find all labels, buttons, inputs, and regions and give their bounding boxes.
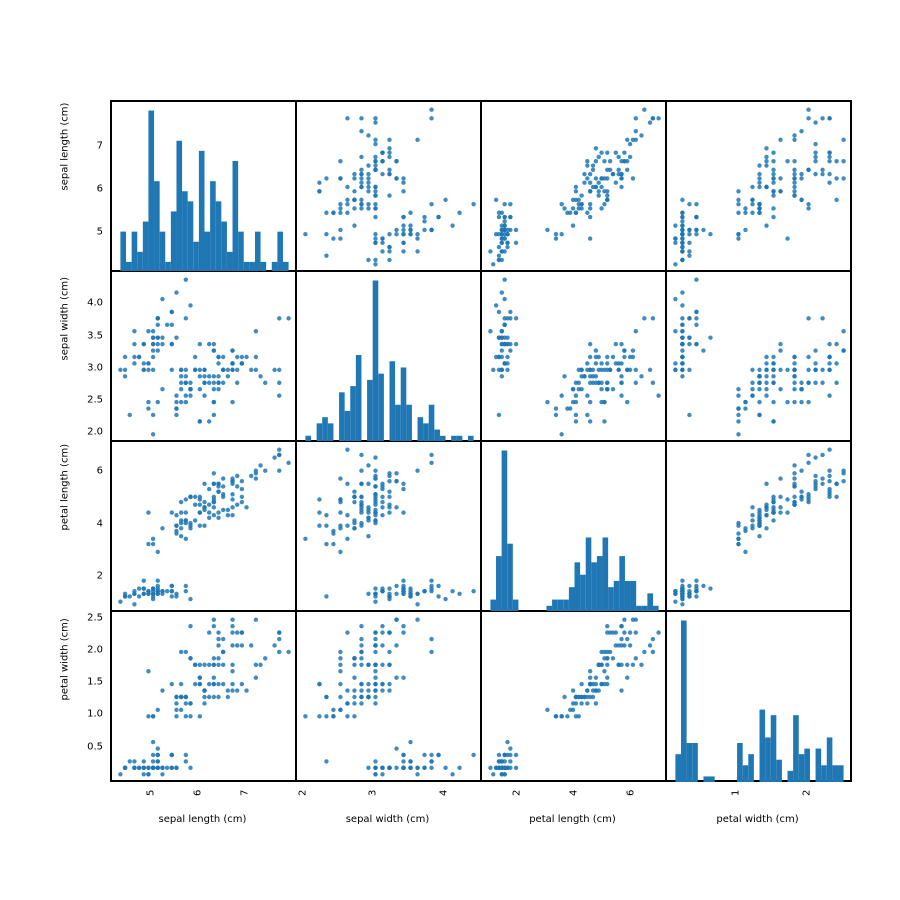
xtick: 3 <box>368 790 379 796</box>
xtick: 1 <box>731 790 742 796</box>
xtick: 4 <box>438 790 449 796</box>
scatter-cell-0-2 <box>481 101 666 271</box>
xlabel-2: petal length (cm) <box>480 814 665 825</box>
scatter-cell-2-3 <box>666 441 851 611</box>
scatter-cell-1-2 <box>481 271 666 441</box>
scatter-cell-2-1 <box>296 441 481 611</box>
scatter-cell-1-0 <box>111 271 296 441</box>
ytick: 2 <box>78 571 103 582</box>
xtick: 5 <box>146 790 157 796</box>
xlabel-0: sepal length (cm) <box>110 814 295 825</box>
ytick: 6 <box>78 184 103 195</box>
scatter-matrix <box>110 100 852 782</box>
ytick: 0.5 <box>78 741 103 752</box>
hist-cell-3 <box>666 611 851 781</box>
ytick: 2.0 <box>78 427 103 438</box>
scatter-cell-0-1 <box>296 101 481 271</box>
scatter-cell-2-0 <box>111 441 296 611</box>
ytick: 2.5 <box>78 395 103 406</box>
scatter-cell-1-3 <box>666 271 851 441</box>
ytick: 6 <box>78 466 103 477</box>
scatter-cell-3-1 <box>296 611 481 781</box>
hist-cell-0 <box>111 101 296 271</box>
xtick: 6 <box>625 790 636 796</box>
ytick: 1.5 <box>78 677 103 688</box>
scatter-cell-0-3 <box>666 101 851 271</box>
xtick: 2 <box>511 790 522 796</box>
xtick: 4 <box>568 790 579 796</box>
ytick: 2.5 <box>78 612 103 623</box>
ytick: 4.0 <box>78 298 103 309</box>
ytick: 3.5 <box>78 330 103 341</box>
ytick: 2.0 <box>78 644 103 655</box>
scatter-cell-3-2 <box>481 611 666 781</box>
xtick: 7 <box>239 790 250 796</box>
hist-cell-1 <box>296 271 481 441</box>
ytick: 4 <box>78 518 103 529</box>
xlabel-3: petal width (cm) <box>665 814 850 825</box>
xtick: 6 <box>192 790 203 796</box>
xtick: 2 <box>801 790 812 796</box>
ytick: 7 <box>78 141 103 152</box>
scatter-cell-3-0 <box>111 611 296 781</box>
xtick: 2 <box>298 790 309 796</box>
xlabel-1: sepal width (cm) <box>295 814 480 825</box>
hist-cell-2 <box>481 441 666 611</box>
ytick: 3.0 <box>78 362 103 373</box>
ytick: 1.0 <box>78 709 103 720</box>
ytick: 5 <box>78 227 103 238</box>
